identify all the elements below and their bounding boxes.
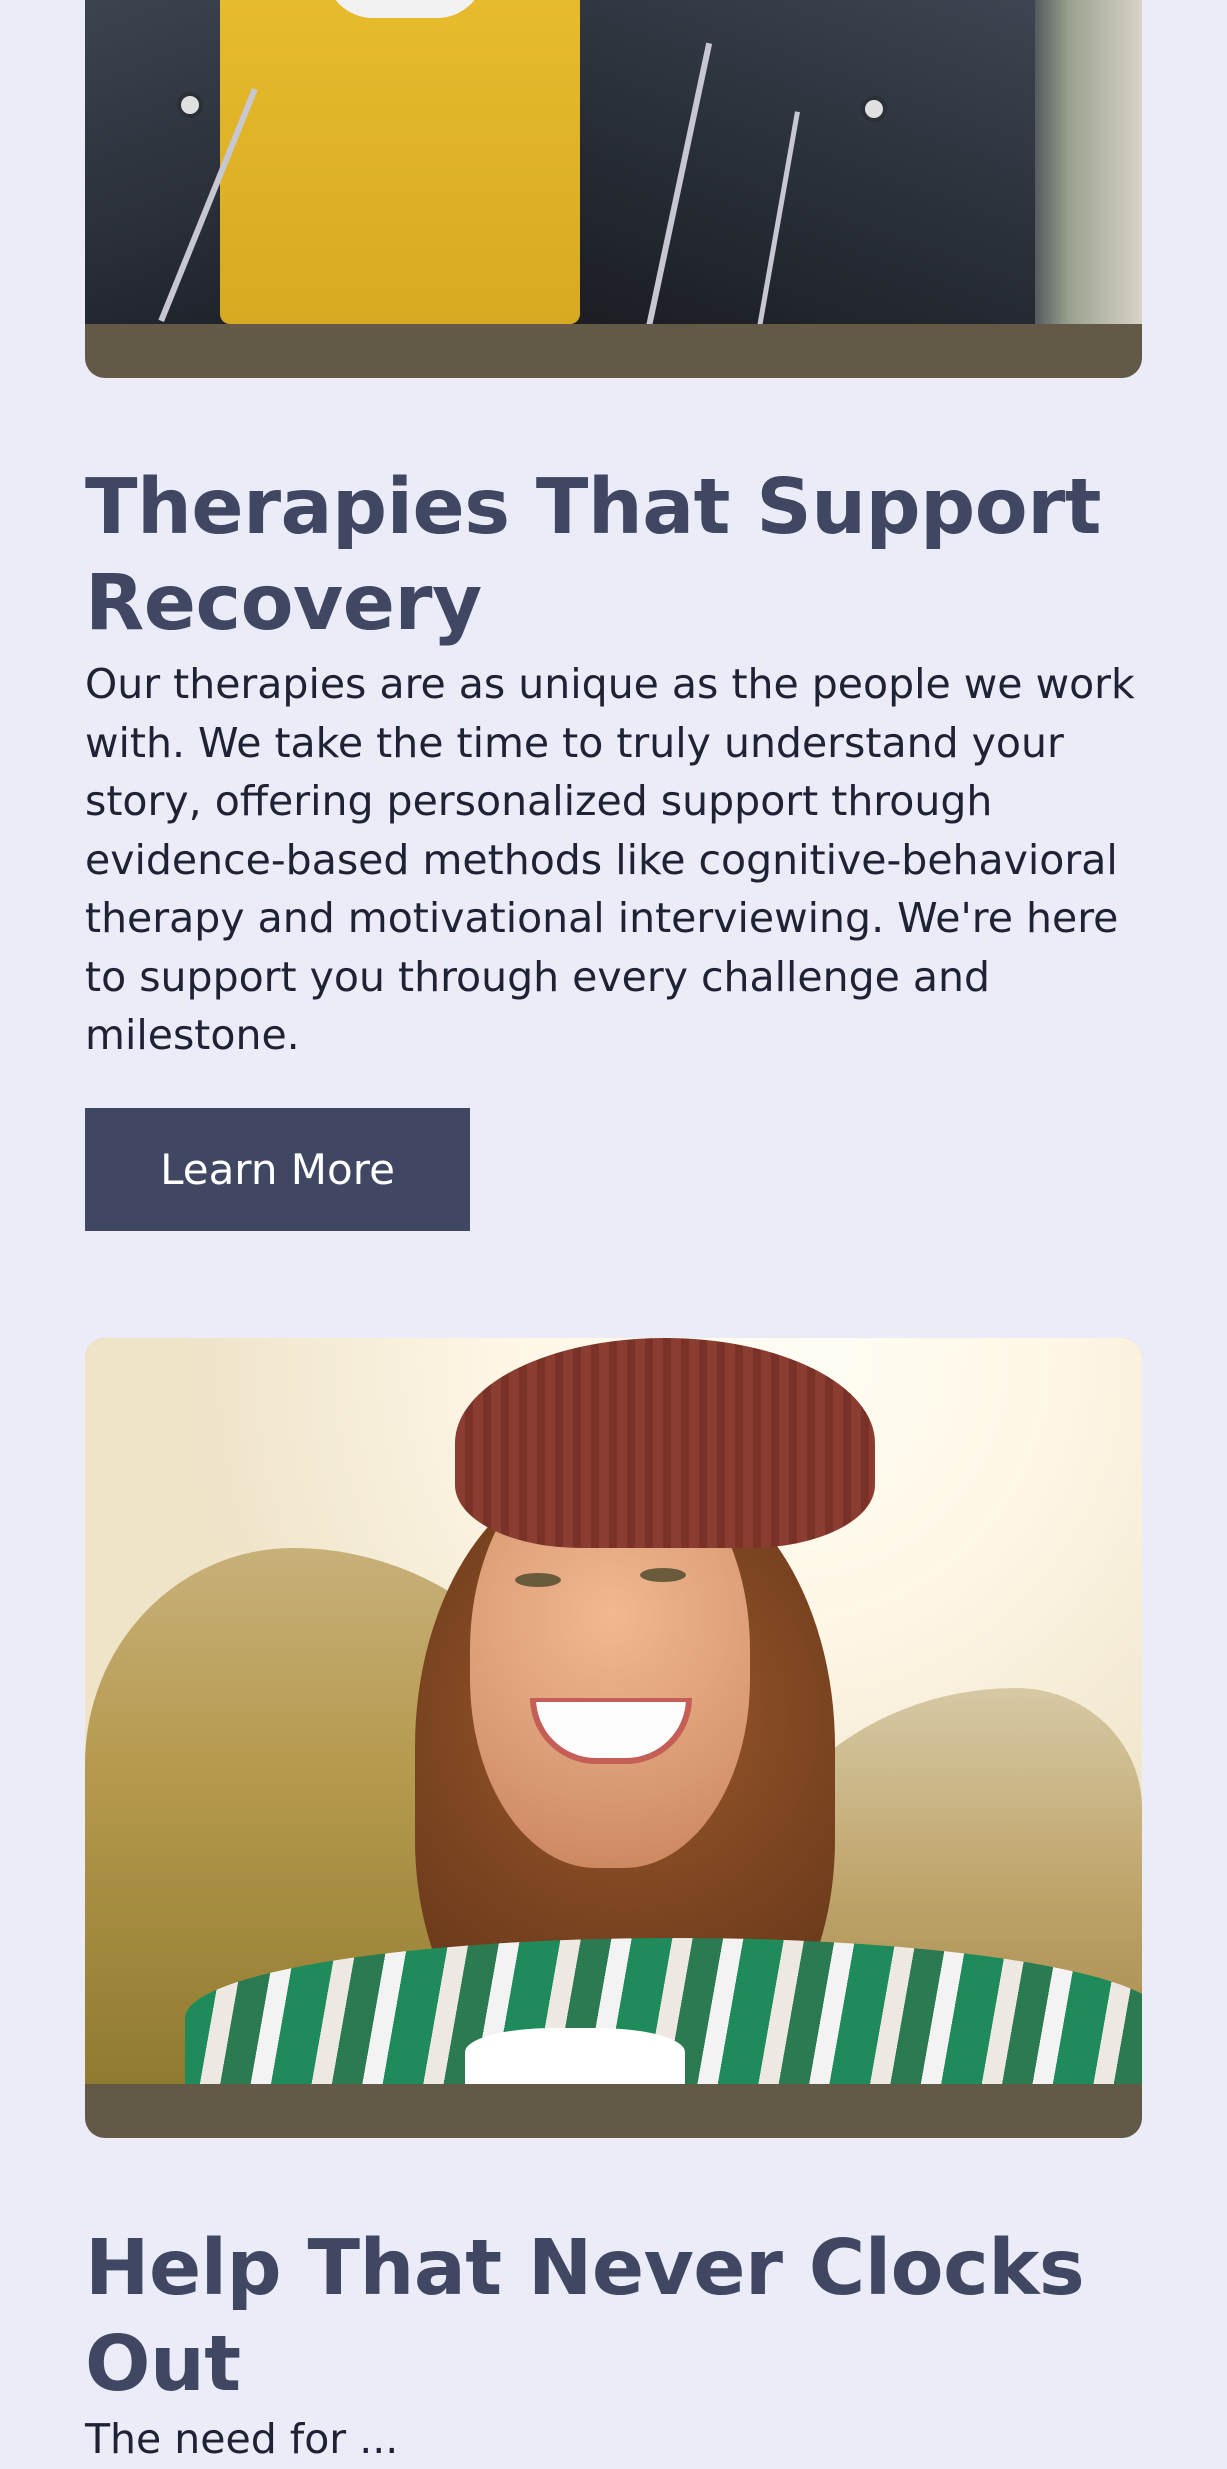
leather-jacket-photo — [85, 0, 1142, 324]
section-heading-help: Help That Never Clocks Out — [85, 2224, 1085, 2409]
section-heading-therapies: Therapies That Support Recovery — [85, 463, 1101, 648]
section-body-therapies: Our therapies are as unique as the peopl… — [85, 660, 1135, 1059]
section-body-help: The need for ... — [85, 2415, 399, 2463]
therapy-image-card — [85, 0, 1142, 378]
learn-more-button[interactable]: Learn More — [85, 1108, 470, 1231]
smiling-woman-photo — [85, 1338, 1142, 2084]
support-image-card — [85, 1338, 1142, 2138]
